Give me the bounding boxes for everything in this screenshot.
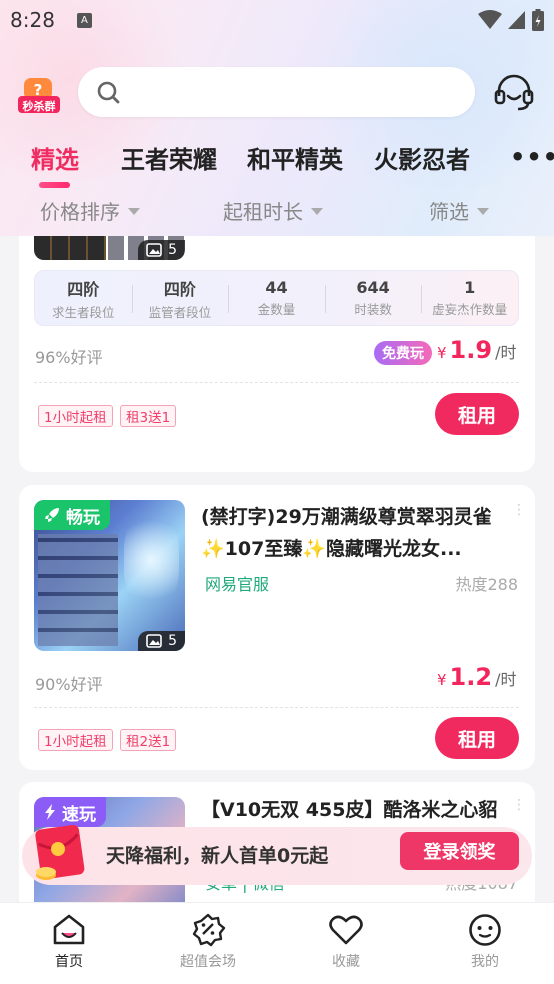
lightning-icon bbox=[45, 804, 55, 820]
red-envelope-icon bbox=[35, 824, 85, 880]
search-icon bbox=[97, 81, 120, 104]
listing-thumbnail[interactable]: 畅玩 5 bbox=[34, 500, 185, 651]
price: ¥1.2/时 bbox=[437, 663, 517, 691]
category-tabs: 精选 王者荣耀 和平精英 火影忍者 bbox=[0, 140, 554, 180]
nav-label: 首页 bbox=[55, 954, 83, 970]
promo-text: 天降福利，新人首单0元起 bbox=[106, 845, 329, 867]
new-user-promo-banner[interactable]: 天降福利，新人首单0元起 登录领奖 bbox=[22, 824, 532, 885]
discount-icon bbox=[192, 913, 226, 947]
profile-icon bbox=[469, 914, 501, 946]
listing-card[interactable]: 畅玩 5 (禁打字)29万潮满级尊赏翠羽灵雀✨107至臻✨隐藏曙光龙女... ⋮… bbox=[19, 485, 535, 770]
smooth-play-tag: 畅玩 bbox=[34, 500, 110, 530]
stat-survivor-rank: 四阶 求生者段位 bbox=[52, 279, 115, 320]
thumbnail-highlight bbox=[124, 510, 179, 610]
server-label: 网易官服 bbox=[205, 575, 270, 594]
nav-favorites[interactable]: 收藏 bbox=[301, 913, 391, 971]
image-icon bbox=[146, 634, 162, 648]
stat-masterpiece-count: 1 虚妄杰作数量 bbox=[421, 271, 518, 325]
status-bar: 8:28 A bbox=[0, 0, 554, 40]
battery-icon bbox=[532, 9, 544, 31]
nav-label: 超值会场 bbox=[180, 954, 236, 970]
listing-feed[interactable]: 5 四阶 求生者段位 四阶 监管者段位 44 金数量 644 时装数 1 虚妄杰作数量 9… bbox=[0, 236, 554, 902]
nav-label: 收藏 bbox=[332, 954, 360, 970]
home-icon bbox=[53, 914, 85, 945]
status-time: 8:28 bbox=[10, 8, 55, 32]
login-claim-button[interactable]: 登录领奖 bbox=[400, 832, 519, 870]
wifi-icon bbox=[478, 10, 502, 29]
screenshot-grid bbox=[34, 236, 106, 260]
tab-honor-of-kings[interactable]: 王者荣耀 bbox=[121, 140, 217, 175]
min-rental-chip: 1小时起租 bbox=[38, 729, 113, 751]
thumbnail-panel bbox=[38, 534, 118, 646]
nav-home[interactable]: 首页 bbox=[24, 913, 114, 971]
more-options-icon[interactable]: ⋮ bbox=[512, 798, 526, 812]
rocket-icon bbox=[45, 508, 59, 522]
stat-gold-count: 44 金数量 bbox=[228, 271, 325, 325]
more-tabs-button[interactable]: ••• bbox=[510, 143, 554, 171]
flash-sale-label: 秒杀群 bbox=[22, 100, 56, 113]
tab-peace-elite[interactable]: 和平精英 bbox=[247, 140, 343, 175]
divider bbox=[34, 707, 519, 708]
stat-costume-count: 644 时装数 bbox=[324, 271, 422, 325]
more-options-icon[interactable]: ⋮ bbox=[512, 503, 526, 517]
image-icon bbox=[146, 243, 162, 257]
tab-featured[interactable]: 精选 bbox=[31, 140, 79, 175]
filter-label: 价格排序 bbox=[40, 200, 120, 224]
screen-filter[interactable]: 筛选 bbox=[429, 196, 489, 225]
free-play-badge: 免费玩 bbox=[374, 341, 432, 365]
nav-profile[interactable]: 我的 bbox=[440, 913, 530, 971]
filter-label: 筛选 bbox=[429, 200, 469, 224]
heart-icon bbox=[329, 915, 363, 945]
stat-hunter-rank: 四阶 监管者段位 bbox=[131, 271, 229, 325]
listing-thumbnail[interactable]: 5 bbox=[34, 236, 185, 260]
min-rental-chip: 1小时起租 bbox=[38, 405, 113, 427]
chevron-down-icon bbox=[477, 208, 489, 215]
chevron-down-icon bbox=[128, 208, 140, 215]
customer-service-icon[interactable] bbox=[494, 74, 534, 112]
filter-bar: 价格排序 起租时长 筛选 bbox=[0, 196, 554, 228]
price: ¥1.9/时 bbox=[437, 336, 517, 364]
image-count-badge: 5 bbox=[138, 240, 185, 260]
rating: 96%好评 bbox=[35, 348, 103, 367]
image-count-badge: 5 bbox=[138, 631, 185, 651]
listing-title[interactable]: (禁打字)29万潮满级尊赏翠羽灵雀✨107至臻✨隐藏曙光龙女... bbox=[201, 501, 501, 565]
notification-icon: A bbox=[76, 12, 92, 28]
flash-sale-group-icon[interactable]: ? 秒杀群 bbox=[16, 78, 62, 114]
listing-card[interactable]: 5 四阶 求生者段位 四阶 监管者段位 44 金数量 644 时装数 1 虚妄杰作数量 9… bbox=[19, 236, 535, 472]
divider bbox=[34, 382, 519, 383]
rent-button[interactable]: 租用 bbox=[435, 717, 519, 759]
popularity: 热度288 bbox=[455, 575, 518, 594]
signal-icon bbox=[508, 11, 525, 29]
nav-deals[interactable]: 超值会场 bbox=[163, 913, 253, 971]
bottom-navigation: 首页 超值会场 收藏 我的 bbox=[0, 902, 554, 984]
image-count: 5 bbox=[168, 633, 177, 649]
rental-duration-filter[interactable]: 起租时长 bbox=[223, 196, 323, 225]
rating: 90%好评 bbox=[35, 675, 103, 694]
promo-chip: 租3送1 bbox=[120, 405, 177, 427]
filter-label: 起租时长 bbox=[223, 200, 303, 224]
sort-by-price-filter[interactable]: 价格排序 bbox=[40, 196, 140, 225]
chevron-down-icon bbox=[311, 208, 323, 215]
tag-label: 畅玩 bbox=[66, 507, 100, 528]
rent-button[interactable]: 租用 bbox=[435, 393, 519, 435]
search-input[interactable] bbox=[78, 67, 475, 117]
account-stats: 四阶 求生者段位 四阶 监管者段位 44 金数量 644 时装数 1 虚妄杰作数量 bbox=[34, 270, 519, 326]
tag-label: 速玩 bbox=[62, 804, 96, 825]
nav-label: 我的 bbox=[471, 954, 499, 970]
promo-chip: 租2送1 bbox=[120, 729, 177, 751]
active-tab-indicator bbox=[39, 182, 70, 188]
tab-naruto[interactable]: 火影忍者 bbox=[374, 140, 470, 175]
image-count: 5 bbox=[168, 242, 177, 258]
